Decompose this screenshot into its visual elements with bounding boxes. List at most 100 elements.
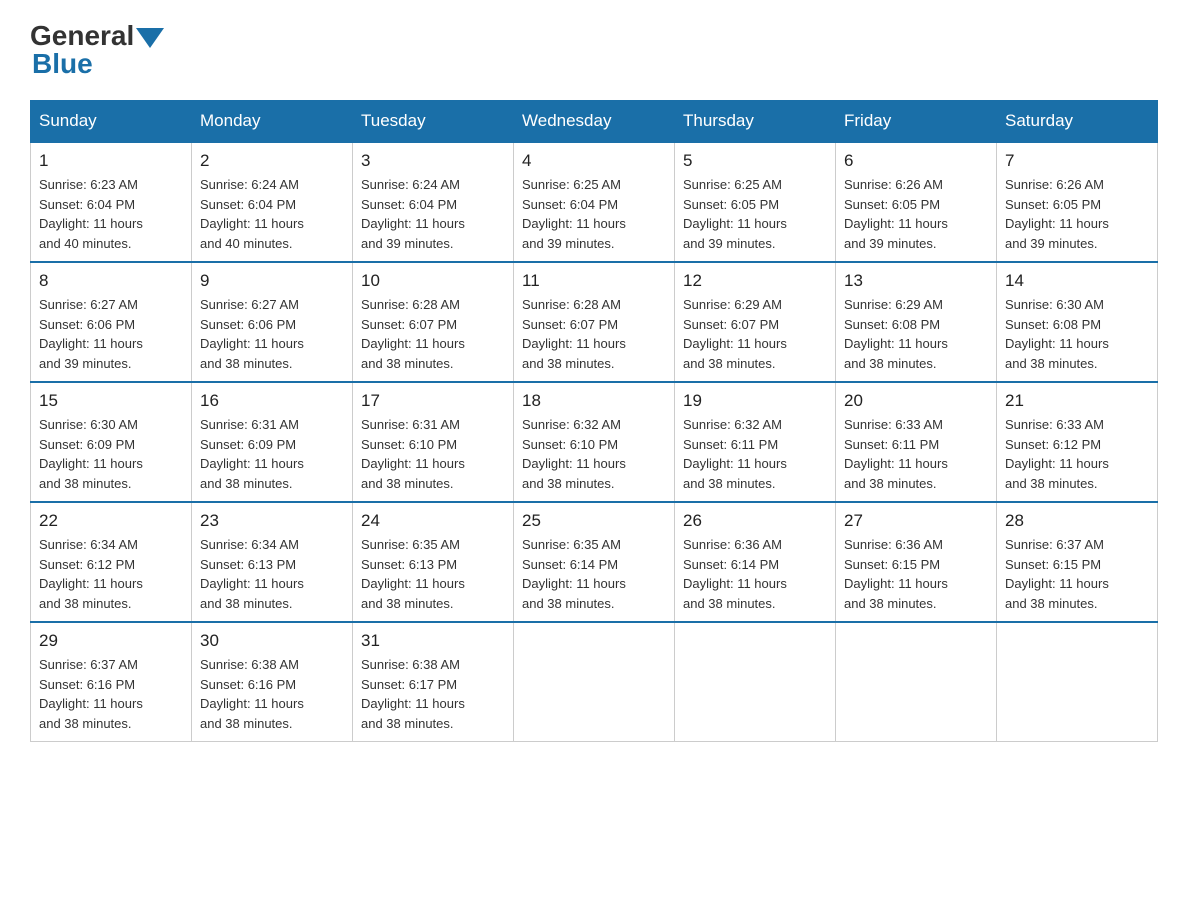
day-number: 22 — [39, 511, 183, 531]
day-number: 4 — [522, 151, 666, 171]
day-info: Sunrise: 6:28 AMSunset: 6:07 PMDaylight:… — [522, 295, 666, 373]
column-header-saturday: Saturday — [997, 101, 1158, 143]
day-info: Sunrise: 6:24 AMSunset: 6:04 PMDaylight:… — [200, 175, 344, 253]
day-info: Sunrise: 6:38 AMSunset: 6:17 PMDaylight:… — [361, 655, 505, 733]
day-info: Sunrise: 6:36 AMSunset: 6:14 PMDaylight:… — [683, 535, 827, 613]
day-info: Sunrise: 6:27 AMSunset: 6:06 PMDaylight:… — [39, 295, 183, 373]
day-info: Sunrise: 6:26 AMSunset: 6:05 PMDaylight:… — [1005, 175, 1149, 253]
day-info: Sunrise: 6:33 AMSunset: 6:11 PMDaylight:… — [844, 415, 988, 493]
calendar-cell: 31 Sunrise: 6:38 AMSunset: 6:17 PMDayligh… — [353, 622, 514, 742]
column-header-thursday: Thursday — [675, 101, 836, 143]
calendar-week-row: 15 Sunrise: 6:30 AMSunset: 6:09 PMDayligh… — [31, 382, 1158, 502]
calendar-cell: 27Sunrise: 6:36 AMSunset: 6:15 PMDayligh… — [836, 502, 997, 622]
day-number: 14 — [1005, 271, 1149, 291]
day-info: Sunrise: 6:32 AMSunset: 6:11 PMDaylight:… — [683, 415, 827, 493]
calendar-cell: 22 Sunrise: 6:34 AMSunset: 6:12 PMDayligh… — [31, 502, 192, 622]
day-number: 9 — [200, 271, 344, 291]
calendar-cell: 26 Sunrise: 6:36 AMSunset: 6:14 PMDayligh… — [675, 502, 836, 622]
day-info: Sunrise: 6:23 AMSunset: 6:04 PMDaylight:… — [39, 175, 183, 253]
calendar-cell: 21 Sunrise: 6:33 AMSunset: 6:12 PMDayligh… — [997, 382, 1158, 502]
day-number: 2 — [200, 151, 344, 171]
calendar-cell — [997, 622, 1158, 742]
day-number: 8 — [39, 271, 183, 291]
day-info: Sunrise: 6:34 AMSunset: 6:12 PMDaylight:… — [39, 535, 183, 613]
calendar-cell: 10 Sunrise: 6:28 AMSunset: 6:07 PMDayligh… — [353, 262, 514, 382]
day-number: 24 — [361, 511, 505, 531]
calendar-cell: 20 Sunrise: 6:33 AMSunset: 6:11 PMDayligh… — [836, 382, 997, 502]
calendar-cell: 24 Sunrise: 6:35 AMSunset: 6:13 PMDayligh… — [353, 502, 514, 622]
calendar-cell: 4 Sunrise: 6:25 AMSunset: 6:04 PMDaylight… — [514, 142, 675, 262]
day-number: 31 — [361, 631, 505, 651]
logo-blue-text: Blue — [30, 48, 93, 80]
calendar-week-row: 29 Sunrise: 6:37 AMSunset: 6:16 PMDayligh… — [31, 622, 1158, 742]
calendar-cell: 16Sunrise: 6:31 AMSunset: 6:09 PMDayligh… — [192, 382, 353, 502]
day-number: 11 — [522, 271, 666, 291]
day-number: 18 — [522, 391, 666, 411]
calendar-cell: 2 Sunrise: 6:24 AMSunset: 6:04 PMDaylight… — [192, 142, 353, 262]
day-info: Sunrise: 6:25 AMSunset: 6:05 PMDaylight:… — [683, 175, 827, 253]
calendar-cell: 7 Sunrise: 6:26 AMSunset: 6:05 PMDaylight… — [997, 142, 1158, 262]
day-info: Sunrise: 6:27 AMSunset: 6:06 PMDaylight:… — [200, 295, 344, 373]
calendar-cell: 25 Sunrise: 6:35 AMSunset: 6:14 PMDayligh… — [514, 502, 675, 622]
day-info: Sunrise: 6:24 AMSunset: 6:04 PMDaylight:… — [361, 175, 505, 253]
calendar-cell: 30Sunrise: 6:38 AMSunset: 6:16 PMDayligh… — [192, 622, 353, 742]
day-number: 17 — [361, 391, 505, 411]
calendar-table: SundayMondayTuesdayWednesdayThursdayFrid… — [30, 100, 1158, 742]
day-number: 25 — [522, 511, 666, 531]
day-number: 29 — [39, 631, 183, 651]
page-header: General Blue — [30, 20, 1158, 80]
calendar-cell: 28Sunrise: 6:37 AMSunset: 6:15 PMDayligh… — [997, 502, 1158, 622]
day-info: Sunrise: 6:32 AMSunset: 6:10 PMDaylight:… — [522, 415, 666, 493]
day-number: 26 — [683, 511, 827, 531]
day-info: Sunrise: 6:28 AMSunset: 6:07 PMDaylight:… — [361, 295, 505, 373]
day-info: Sunrise: 6:37 AMSunset: 6:16 PMDaylight:… — [39, 655, 183, 733]
day-number: 6 — [844, 151, 988, 171]
day-number: 19 — [683, 391, 827, 411]
logo: General Blue — [30, 20, 164, 80]
calendar-cell: 12Sunrise: 6:29 AMSunset: 6:07 PMDayligh… — [675, 262, 836, 382]
calendar-cell: 9 Sunrise: 6:27 AMSunset: 6:06 PMDaylight… — [192, 262, 353, 382]
day-info: Sunrise: 6:30 AMSunset: 6:09 PMDaylight:… — [39, 415, 183, 493]
calendar-week-row: 8 Sunrise: 6:27 AMSunset: 6:06 PMDaylight… — [31, 262, 1158, 382]
calendar-cell: 11 Sunrise: 6:28 AMSunset: 6:07 PMDayligh… — [514, 262, 675, 382]
day-info: Sunrise: 6:35 AMSunset: 6:14 PMDaylight:… — [522, 535, 666, 613]
calendar-cell: 1 Sunrise: 6:23 AMSunset: 6:04 PMDaylight… — [31, 142, 192, 262]
calendar-cell — [514, 622, 675, 742]
day-number: 30 — [200, 631, 344, 651]
calendar-cell: 14 Sunrise: 6:30 AMSunset: 6:08 PMDayligh… — [997, 262, 1158, 382]
day-info: Sunrise: 6:30 AMSunset: 6:08 PMDaylight:… — [1005, 295, 1149, 373]
day-number: 23 — [200, 511, 344, 531]
day-info: Sunrise: 6:25 AMSunset: 6:04 PMDaylight:… — [522, 175, 666, 253]
calendar-cell: 18 Sunrise: 6:32 AMSunset: 6:10 PMDayligh… — [514, 382, 675, 502]
day-info: Sunrise: 6:35 AMSunset: 6:13 PMDaylight:… — [361, 535, 505, 613]
day-number: 10 — [361, 271, 505, 291]
day-number: 3 — [361, 151, 505, 171]
calendar-header-row: SundayMondayTuesdayWednesdayThursdayFrid… — [31, 101, 1158, 143]
calendar-cell: 23Sunrise: 6:34 AMSunset: 6:13 PMDayligh… — [192, 502, 353, 622]
calendar-cell — [675, 622, 836, 742]
day-info: Sunrise: 6:31 AMSunset: 6:10 PMDaylight:… — [361, 415, 505, 493]
day-number: 21 — [1005, 391, 1149, 411]
day-info: Sunrise: 6:29 AMSunset: 6:07 PMDaylight:… — [683, 295, 827, 373]
column-header-monday: Monday — [192, 101, 353, 143]
day-number: 1 — [39, 151, 183, 171]
day-number: 13 — [844, 271, 988, 291]
day-number: 28 — [1005, 511, 1149, 531]
column-header-friday: Friday — [836, 101, 997, 143]
calendar-cell: 19 Sunrise: 6:32 AMSunset: 6:11 PMDayligh… — [675, 382, 836, 502]
day-info: Sunrise: 6:29 AMSunset: 6:08 PMDaylight:… — [844, 295, 988, 373]
calendar-week-row: 22 Sunrise: 6:34 AMSunset: 6:12 PMDayligh… — [31, 502, 1158, 622]
column-header-tuesday: Tuesday — [353, 101, 514, 143]
day-number: 7 — [1005, 151, 1149, 171]
calendar-week-row: 1 Sunrise: 6:23 AMSunset: 6:04 PMDaylight… — [31, 142, 1158, 262]
day-number: 5 — [683, 151, 827, 171]
calendar-cell: 5 Sunrise: 6:25 AMSunset: 6:05 PMDaylight… — [675, 142, 836, 262]
day-number: 20 — [844, 391, 988, 411]
day-info: Sunrise: 6:26 AMSunset: 6:05 PMDaylight:… — [844, 175, 988, 253]
day-number: 15 — [39, 391, 183, 411]
calendar-cell: 6 Sunrise: 6:26 AMSunset: 6:05 PMDaylight… — [836, 142, 997, 262]
calendar-cell: 13 Sunrise: 6:29 AMSunset: 6:08 PMDayligh… — [836, 262, 997, 382]
day-info: Sunrise: 6:33 AMSunset: 6:12 PMDaylight:… — [1005, 415, 1149, 493]
column-header-sunday: Sunday — [31, 101, 192, 143]
column-header-wednesday: Wednesday — [514, 101, 675, 143]
